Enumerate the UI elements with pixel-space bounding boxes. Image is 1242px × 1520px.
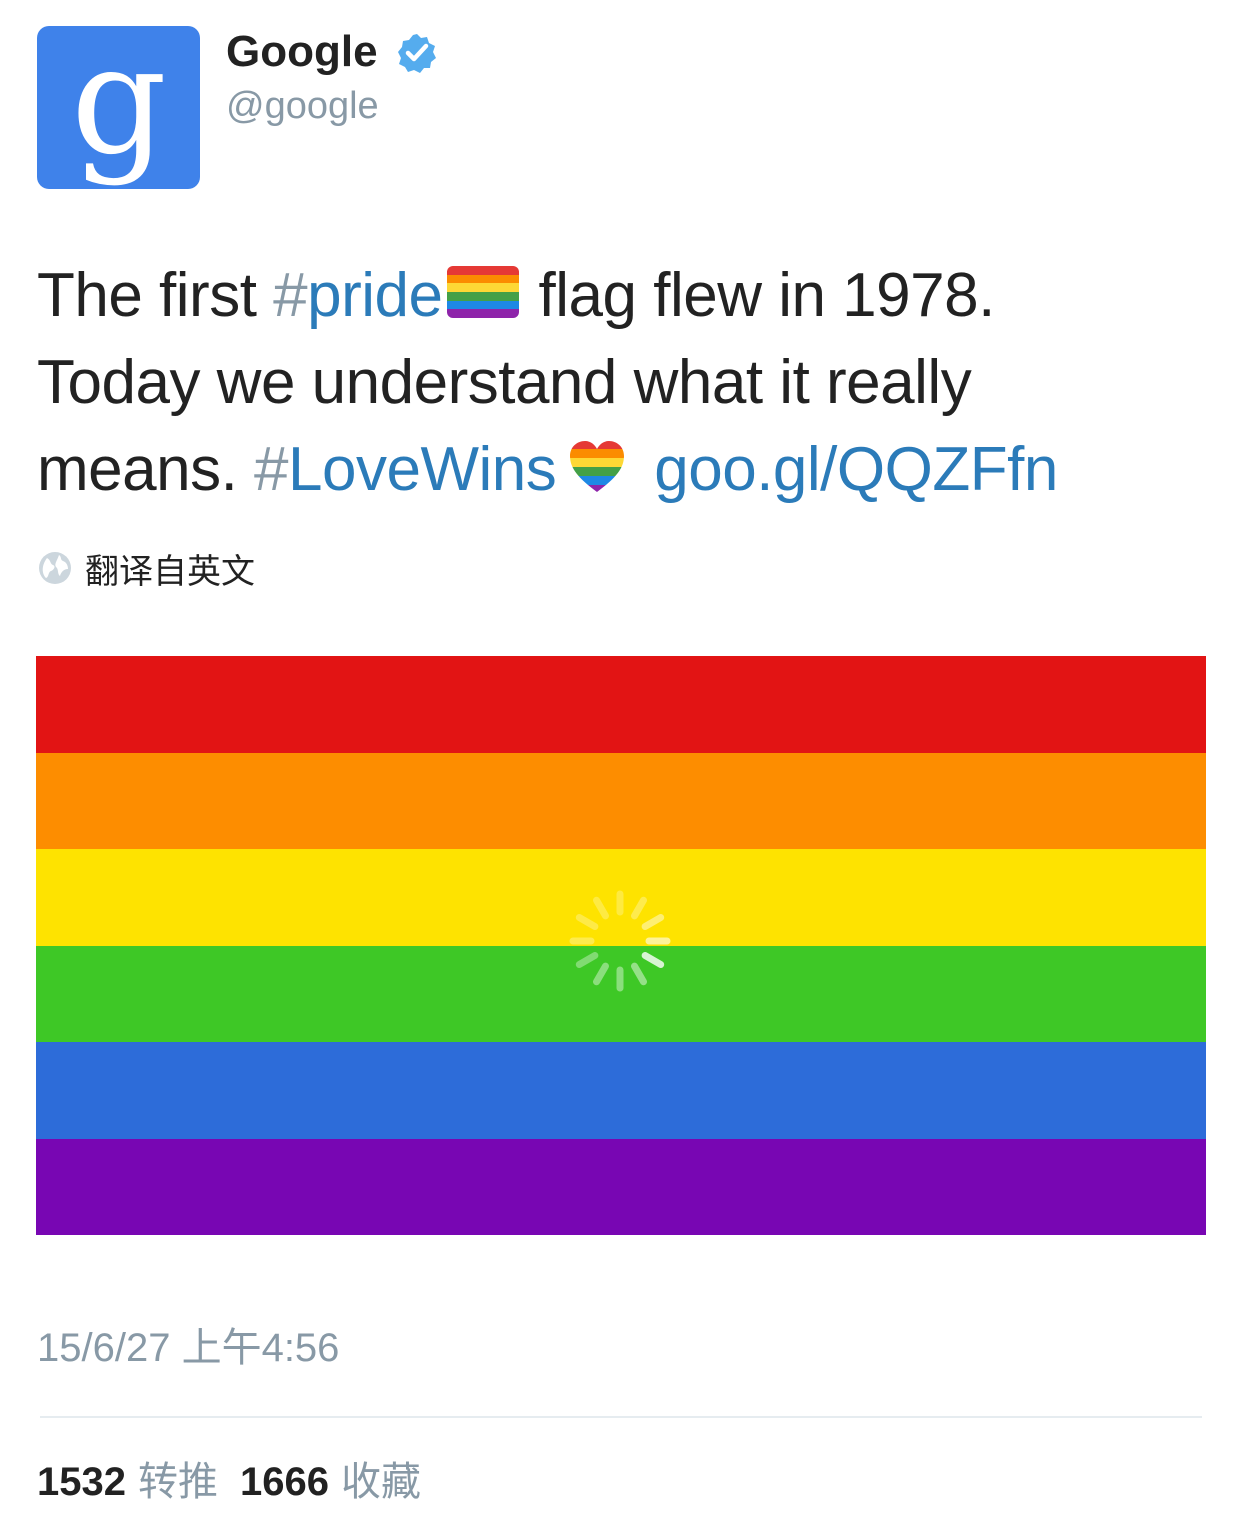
google-g-logo-icon: g	[71, 26, 167, 188]
hashtag-pride[interactable]: #pride	[273, 261, 443, 330]
tweet-line-1: The first #pride flag flew in 1978.	[37, 252, 1217, 339]
flag-stripe-purple	[36, 1138, 1206, 1235]
tweet-text-segment: flag flew in 1978.	[538, 261, 996, 330]
tweet-link[interactable]: goo.gl/QQZFfn	[654, 435, 1058, 504]
avatar-letter: g	[71, 26, 167, 188]
flag-stripe-blue	[36, 1042, 1206, 1139]
hashtag-text: pride	[307, 261, 443, 330]
tweet-stats: 1532 转推 1666 收藏	[37, 1456, 443, 1508]
rainbow-heart-emoji-icon	[570, 441, 625, 492]
retweets-label: 转推	[137, 1460, 218, 1504]
tweet-line-3: means. #LoveWins goo.gl/QQZFfn	[37, 426, 1217, 513]
tweet-text-segment: The first	[37, 261, 274, 330]
tweet-line-2: Today we understand what it really	[37, 348, 972, 417]
verified-badge-icon	[398, 34, 436, 73]
avatar[interactable]: g	[37, 26, 200, 189]
hashtag-text: LoveWins	[288, 435, 557, 504]
favorites-count: 1666	[239, 1460, 329, 1504]
favorites-stat[interactable]: 1666 收藏	[240, 1460, 443, 1504]
tweet-text-segment: means.	[37, 435, 255, 504]
tweet-timestamp[interactable]: 15/6/27 上午4:56	[37, 1322, 339, 1374]
favorites-label: 收藏	[340, 1460, 421, 1504]
tweet-text: The first #pride flag flew in 1978. Today…	[37, 252, 1217, 513]
flag-stripe-orange	[36, 752, 1206, 849]
rainbow-flag-emoji-icon	[446, 266, 519, 318]
hashtag-symbol: #	[254, 435, 289, 504]
globe-icon	[39, 552, 71, 584]
hashtag-lovewins[interactable]: #LoveWins	[254, 435, 557, 504]
translate-label: 翻译自英文	[85, 551, 255, 592]
user-handle[interactable]: @google	[226, 82, 379, 130]
loading-spinner-icon	[569, 890, 671, 992]
flag-stripe-red	[36, 656, 1206, 753]
hashtag-symbol: #	[273, 261, 308, 330]
tweet-media-image[interactable]	[36, 656, 1206, 1235]
display-name[interactable]: Google	[226, 24, 378, 80]
retweets-stat[interactable]: 1532 转推	[37, 1460, 240, 1504]
translate-button[interactable]: 翻译自英文	[37, 546, 255, 592]
retweets-count: 1532	[37, 1460, 126, 1504]
divider	[40, 1416, 1202, 1418]
